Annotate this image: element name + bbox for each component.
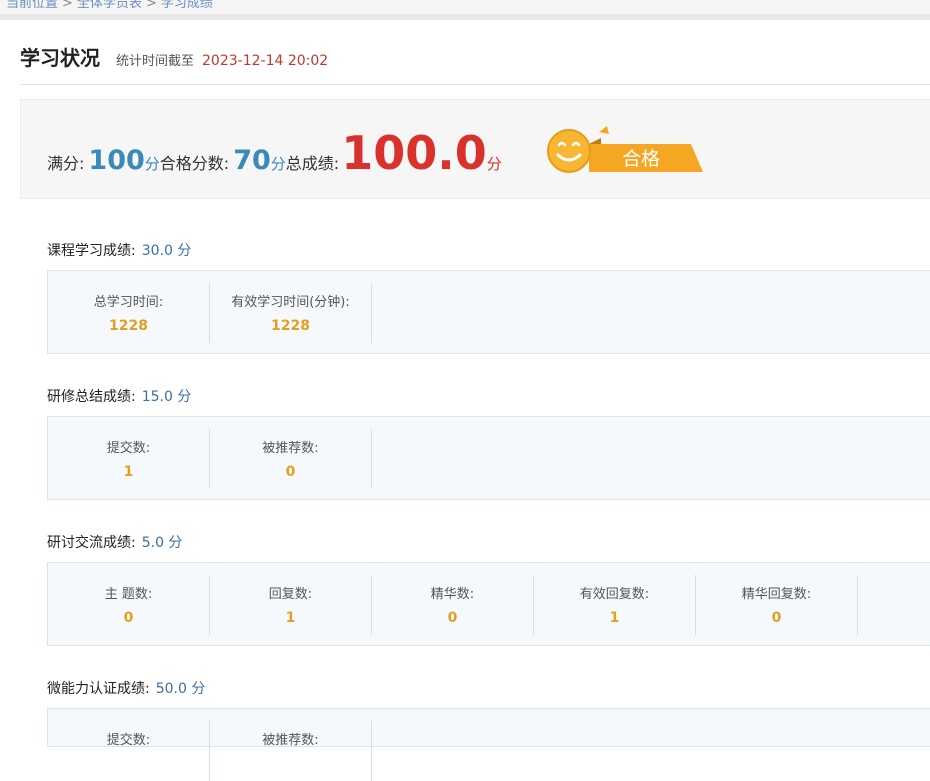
stat-label: 精华数: (430, 587, 475, 602)
stat-cell: 回复数: 1 (210, 575, 372, 635)
stat-label: 精华回复数: (741, 587, 812, 602)
stat-value: 0 (285, 464, 296, 480)
breadcrumb-separator: > (62, 0, 73, 11)
section-title-text: 微能力认证成绩: (47, 681, 150, 697)
breadcrumb-separator: > (145, 0, 157, 11)
stat-label: 有效回复数: (579, 587, 650, 602)
stat-label: 回复数: (268, 587, 313, 602)
pass-score-value: 70 (233, 145, 271, 176)
stat-value: 1 (123, 464, 134, 480)
stat-label: 提交数: (106, 733, 151, 748)
pass-score-unit: 分 (270, 155, 286, 173)
stat-cell: 总学习时间: 1228 (48, 283, 210, 343)
pass-badge: 合格 (543, 124, 703, 178)
summary-stats-card: 提交数: 1 被推荐数: 0 (47, 416, 930, 500)
stat-cell: 主 题数: 0 (48, 575, 210, 635)
breadcrumb-item[interactable]: 当前位置 (6, 0, 58, 11)
stat-label: 被推荐数: (262, 441, 319, 456)
summary-section-title: 研修总结成绩: 15.0 分 (47, 386, 191, 406)
section-score: 15.0 分 (141, 389, 192, 405)
breadcrumb-item[interactable]: 全体学员表 (77, 0, 142, 11)
stat-value: 0 (447, 610, 458, 626)
stat-label: 主 题数: (104, 587, 153, 602)
stat-time-value: 2023-12-14 20:02 (202, 53, 329, 69)
course-section-title: 课程学习成绩: 30.0 分 (47, 240, 191, 260)
course-stats-card: 总学习时间: 1228 有效学习时间(分钟): 1228 (47, 270, 930, 354)
total-score-label: 总成绩: (285, 154, 340, 173)
total-score-unit: 分 (486, 155, 502, 173)
stat-value: 0 (123, 610, 134, 626)
breadcrumb-item: 学习成绩 (160, 0, 213, 11)
section-title-text: 课程学习成绩: (47, 243, 136, 259)
stat-cell: 有效回复数: 1 (534, 575, 696, 635)
micro-ability-section-title: 微能力认证成绩: 50.0 分 (47, 678, 205, 698)
section-title-text: 研讨交流成绩: (47, 535, 136, 551)
top-breadcrumb-bar: 当前位置 > 全体学员表 > 学习成绩 (0, 0, 930, 20)
full-score-label: 满分: (47, 154, 85, 173)
header-divider (20, 84, 930, 85)
stat-value: 1 (285, 610, 296, 626)
stat-cell: 提交数: (48, 721, 210, 781)
section-score: 50.0 分 (155, 681, 206, 697)
micro-ability-stats-card: 提交数: 被推荐数: (47, 708, 930, 781)
pass-score-label: 合格分数: (159, 154, 230, 173)
full-score-unit: 分 (144, 155, 160, 173)
full-score-value: 100 (88, 145, 145, 176)
stat-value: 1 (609, 610, 620, 626)
score-summary-row: 满分: 100 分 合格分数: 70 分 总成绩: 100.0 分 (47, 126, 502, 180)
stat-cell: 提交数: 1 (48, 429, 210, 489)
score-summary-panel: 满分: 100 分 合格分数: 70 分 总成绩: 100.0 分 合格 (20, 99, 930, 199)
stat-label: 总学习时间: (93, 295, 164, 310)
discussion-section-title: 研讨交流成绩: 5.0 分 (47, 532, 182, 552)
stat-label: 提交数: (106, 441, 151, 456)
stat-time-label: 统计时间截至 (116, 54, 195, 69)
stat-label: 被推荐数: (262, 733, 319, 748)
breadcrumb: 当前位置 > 全体学员表 > 学习成绩 (6, 0, 213, 11)
section-score: 30.0 分 (141, 243, 192, 259)
stat-cell: 精华回复数: 0 (696, 575, 858, 635)
discussion-stats-card: 主 题数: 0 回复数: 1 精华数: 0 有效回复数: 1 精华回复数: 0 (47, 562, 930, 646)
stat-cell: 精华数: 0 (372, 575, 534, 635)
section-score: 5.0 分 (141, 535, 183, 551)
pass-badge-text: 合格 (622, 148, 660, 170)
stat-cell: 有效学习时间(分钟): 1228 (210, 283, 372, 343)
stat-value: 1228 (271, 318, 310, 334)
page-header: 学习状况 统计时间截至 2023-12-14 20:02 (20, 42, 328, 71)
stat-value: 0 (771, 610, 782, 626)
smiley-icon: 合格 (547, 126, 703, 173)
stat-label: 有效学习时间(分钟): (231, 295, 350, 310)
stat-value: 1228 (109, 318, 148, 334)
stat-cell: 被推荐数: (210, 721, 372, 781)
total-score-value: 100.0 (341, 126, 487, 180)
page-title: 学习状况 (20, 46, 100, 70)
section-title-text: 研修总结成绩: (47, 389, 136, 405)
stat-cell: 被推荐数: 0 (210, 429, 372, 489)
